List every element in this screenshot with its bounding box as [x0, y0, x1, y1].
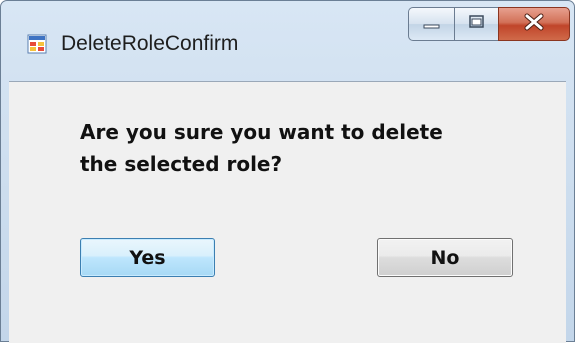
close-button[interactable]: [498, 7, 570, 41]
no-button[interactable]: No: [377, 238, 513, 277]
maximize-button[interactable]: [454, 7, 498, 41]
dialog-window: DeleteRoleConfirm Are you sure you want …: [0, 0, 575, 343]
window-title: DeleteRoleConfirm: [61, 32, 239, 55]
maximize-icon: [468, 14, 486, 34]
confirm-message-line-2: the selected role?: [80, 152, 283, 176]
dialog-client-area: Are you sure you want to delete the sele…: [9, 81, 566, 343]
confirm-message: Are you sure you want to delete the sele…: [80, 116, 520, 180]
title-bar[interactable]: DeleteRoleConfirm: [1, 1, 574, 81]
minimize-button[interactable]: [408, 7, 454, 41]
minimize-icon: [422, 15, 442, 34]
close-icon: [523, 13, 545, 35]
yes-button[interactable]: Yes: [80, 238, 215, 277]
confirm-message-line-1: Are you sure you want to delete: [80, 120, 443, 144]
windows-form-icon: [27, 34, 47, 54]
